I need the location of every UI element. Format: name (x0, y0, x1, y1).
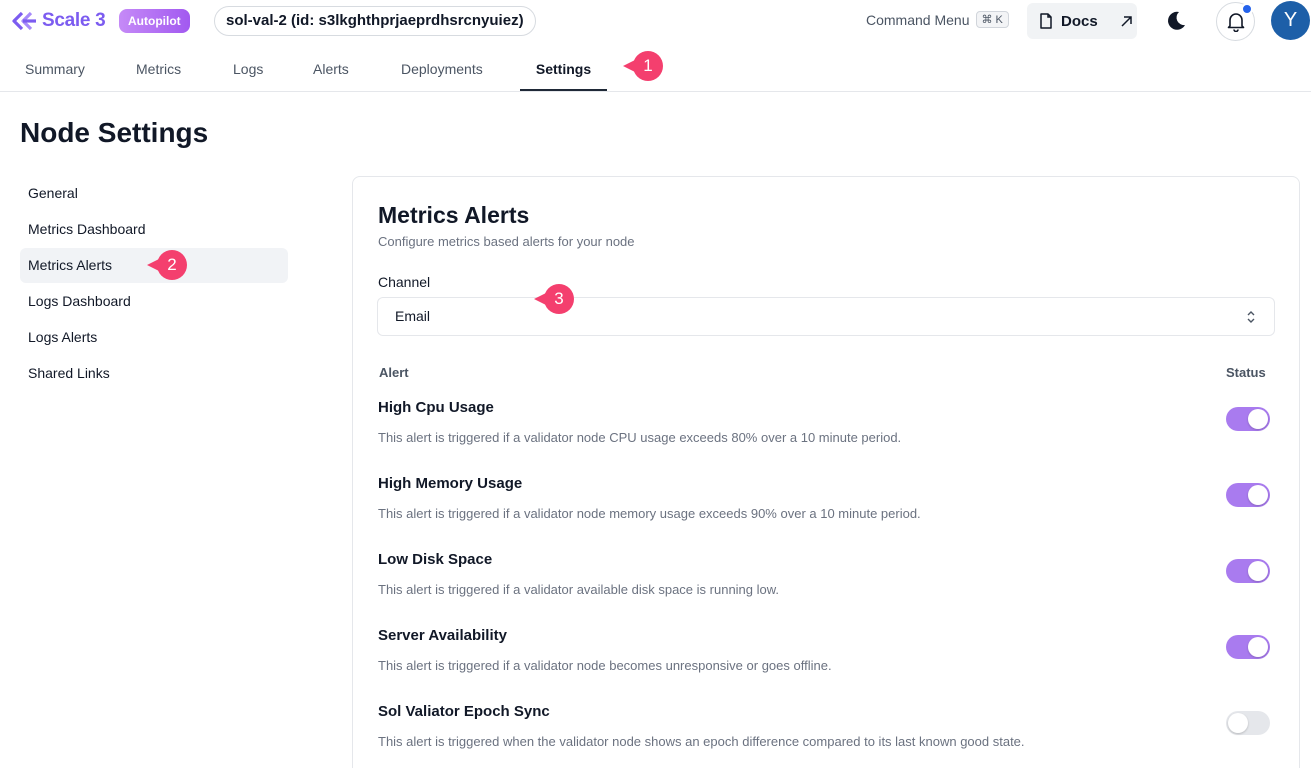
card-subtitle: Configure metrics based alerts for your … (378, 234, 635, 249)
alert-name: Low Disk Space (378, 551, 493, 568)
sidebar-item-logs-dashboard[interactable]: Logs Dashboard (20, 284, 288, 319)
tab-summary[interactable]: Summary (25, 46, 85, 91)
channel-label: Channel (378, 274, 431, 290)
alert-toggle-high-memory[interactable] (1226, 483, 1270, 507)
sidebar-item-shared-links[interactable]: Shared Links (20, 356, 288, 391)
alert-toggle-server-availability[interactable] (1226, 635, 1270, 659)
alert-name: High Memory Usage (378, 475, 523, 492)
alert-description: This alert is triggered if a validator a… (378, 582, 780, 597)
page-title: Node Settings (20, 117, 209, 148)
tab-metrics[interactable]: Metrics (136, 46, 181, 91)
card-title: Metrics Alerts (378, 202, 530, 228)
sidebar-item-metrics-dashboard[interactable]: Metrics Dashboard (20, 212, 288, 247)
bell-icon (1227, 13, 1245, 32)
document-icon (1040, 13, 1052, 29)
autopilot-badge: Autopilot (119, 9, 190, 33)
notification-dot (1241, 3, 1253, 15)
alert-description: This alert is triggered if a validator n… (378, 658, 832, 673)
scale3-logo-icon (12, 11, 36, 31)
alert-description: This alert is triggered if a validator n… (378, 430, 902, 445)
toggle-knob (1248, 561, 1268, 581)
alert-toggle-high-cpu[interactable] (1226, 407, 1270, 431)
status-column-header: Status (1226, 365, 1266, 380)
alert-toggle-epoch-sync[interactable] (1226, 711, 1270, 735)
toggle-knob (1248, 637, 1268, 657)
docs-label: Docs (1061, 12, 1098, 30)
toggle-knob (1248, 409, 1268, 429)
command-shortcut: ⌘ K (975, 11, 1009, 28)
channel-value: Email (395, 308, 431, 324)
dark-mode-toggle-icon[interactable] (1164, 9, 1188, 33)
avatar[interactable]: Y (1271, 1, 1310, 40)
chevron-up-down-icon (1247, 311, 1255, 323)
alert-name: High Cpu Usage (378, 399, 494, 416)
alert-column-header: Alert (379, 365, 409, 380)
alert-name: Server Availability (378, 627, 507, 644)
toggle-knob (1248, 485, 1268, 505)
logo-text: Scale 3 (42, 10, 106, 31)
tab-logs[interactable]: Logs (233, 46, 263, 91)
docs-button[interactable]: Docs (1027, 3, 1137, 39)
top-bar: Scale 3 Autopilot sol-val-2 (id: s3lkght… (0, 0, 1311, 44)
node-selector[interactable]: sol-val-2 (id: s3lkghthprjaeprdhsrcnyuie… (214, 6, 536, 36)
command-menu-label: Command Menu (866, 11, 970, 28)
alert-name: Sol Valiator Epoch Sync (378, 703, 550, 720)
tab-settings[interactable]: Settings (520, 46, 607, 91)
sidebar-item-general[interactable]: General (20, 176, 288, 211)
step-callout-2: 2 (147, 250, 187, 280)
tab-alerts[interactable]: Alerts (313, 46, 349, 91)
alert-description: This alert is triggered if a validator n… (378, 506, 921, 521)
channel-select[interactable]: Email (377, 297, 1275, 336)
toggle-knob (1228, 713, 1248, 733)
logo[interactable]: Scale 3 (10, 9, 106, 33)
step-callout-1: 1 (623, 51, 663, 81)
command-menu[interactable]: Command Menu ⌘ K (866, 11, 1009, 28)
external-link-icon (1121, 15, 1132, 27)
metrics-alerts-card: Metrics Alerts Configure metrics based a… (352, 176, 1300, 768)
sidebar-item-logs-alerts[interactable]: Logs Alerts (20, 320, 288, 355)
alert-toggle-low-disk[interactable] (1226, 559, 1270, 583)
tab-deployments[interactable]: Deployments (401, 46, 483, 91)
alert-description: This alert is triggered when the validat… (378, 734, 1025, 749)
step-callout-3: 3 (534, 284, 574, 314)
